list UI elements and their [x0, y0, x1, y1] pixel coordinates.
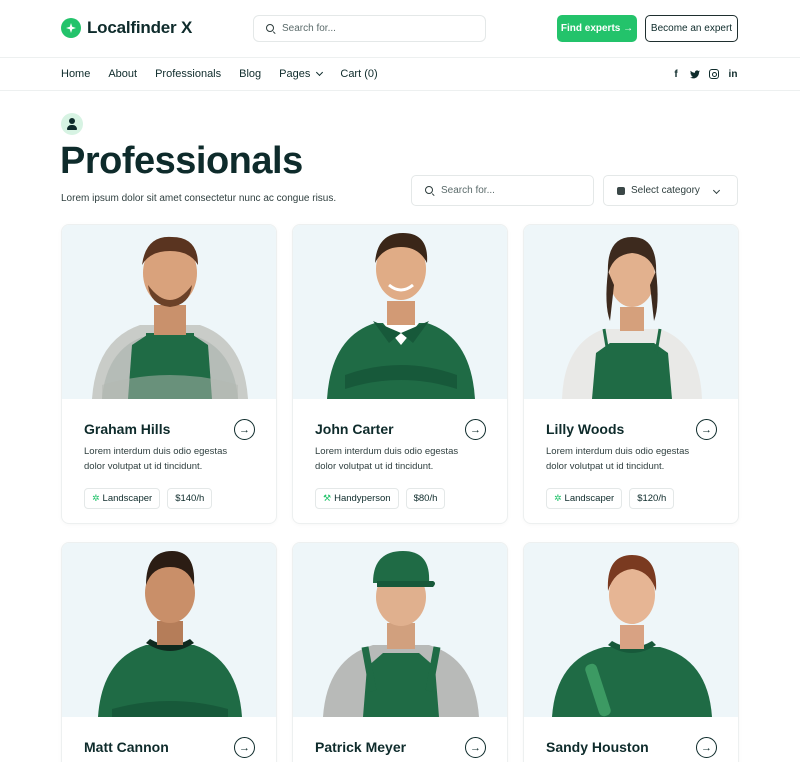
category-tag-label: Landscaper — [102, 493, 153, 504]
professional-photo — [293, 225, 507, 399]
nav-item-blog[interactable]: Blog — [239, 68, 261, 80]
professional-description: Lorem interdum duis odio egestas dolor v… — [84, 446, 228, 472]
search-icon — [425, 185, 435, 196]
chevron-down-icon — [316, 68, 324, 77]
become-expert-button[interactable]: Become an expert — [645, 15, 738, 42]
professional-card[interactable]: John Carter → Lorem interdum duis odio e… — [292, 224, 508, 524]
main-nav: Home About Professionals Blog Pages Cart… — [0, 58, 800, 91]
search-icon — [266, 23, 276, 34]
category-icon — [617, 186, 625, 195]
professional-photo — [293, 543, 507, 717]
category-tag-label: Landscaper — [564, 493, 615, 504]
nav-item-professionals[interactable]: Professionals — [155, 68, 221, 80]
arrow-right-icon[interactable]: → — [696, 737, 717, 758]
logo-icon — [61, 18, 81, 38]
category-tag[interactable]: ✲ Landscaper — [546, 488, 623, 509]
nav-item-home[interactable]: Home — [61, 68, 90, 80]
twitter-icon[interactable] — [690, 69, 700, 79]
nav-item-cart[interactable]: Cart (0) — [340, 68, 377, 80]
rate-tag: $120/h — [629, 488, 675, 509]
nav-item-about[interactable]: About — [108, 68, 137, 80]
professional-photo — [62, 225, 276, 399]
professional-card[interactable]: Patrick Meyer → — [292, 542, 508, 762]
user-badge-icon — [61, 113, 83, 135]
rate-tag: $140/h — [167, 488, 213, 509]
professional-description: Lorem interdum duis odio egestas dolor v… — [546, 446, 690, 472]
professional-name[interactable]: Matt Cannon — [84, 739, 254, 755]
professional-card[interactable]: Sandy Houston → — [523, 542, 739, 762]
facebook-icon[interactable]: f — [671, 69, 681, 80]
page-title: Professionals — [60, 140, 303, 182]
category-tag[interactable]: ✲ Landscaper — [84, 488, 161, 509]
professional-name[interactable]: Sandy Houston — [546, 739, 716, 755]
professionals-search[interactable] — [411, 175, 594, 206]
category-tag-label: Handyperson — [334, 493, 391, 504]
instagram-icon[interactable] — [709, 69, 719, 79]
hammer-icon: ⚒ — [323, 493, 332, 503]
professional-name[interactable]: Lilly Woods — [546, 421, 716, 437]
social-links: f in — [671, 69, 738, 80]
professionals-search-input[interactable] — [441, 185, 581, 196]
header-search-input[interactable] — [282, 23, 462, 34]
header-search[interactable] — [253, 15, 486, 42]
professional-name[interactable]: Patrick Meyer — [315, 739, 485, 755]
nav-item-pages[interactable]: Pages — [279, 68, 324, 80]
category-select[interactable]: Select category — [603, 175, 738, 206]
page-subtitle: Lorem ipsum dolor sit amet consectetur n… — [61, 193, 337, 204]
professional-name[interactable]: John Carter — [315, 421, 485, 437]
professional-photo — [524, 543, 738, 717]
professional-name[interactable]: Graham Hills — [84, 421, 254, 437]
category-tag[interactable]: ⚒ Handyperson — [315, 488, 399, 509]
professional-photo — [524, 225, 738, 399]
linkedin-icon[interactable]: in — [728, 69, 738, 80]
leaf-icon: ✲ — [554, 493, 562, 503]
logo-text: Localfinder X — [87, 18, 193, 37]
logo[interactable]: Localfinder X — [61, 18, 192, 38]
rate-tag: $80/h — [405, 488, 446, 509]
professional-card[interactable]: Matt Cannon → — [61, 542, 277, 762]
category-select-label: Select category — [631, 185, 700, 196]
arrow-right-icon[interactable]: → — [696, 419, 717, 440]
nav-item-pages-label: Pages — [279, 68, 311, 80]
find-experts-button[interactable]: Find experts → — [557, 15, 637, 42]
arrow-right-icon[interactable]: → — [465, 419, 486, 440]
arrow-right-icon[interactable]: → — [234, 419, 255, 440]
leaf-icon: ✲ — [92, 493, 100, 503]
professional-description: Lorem interdum duis odio egestas dolor v… — [315, 446, 459, 472]
site-header: Localfinder X Find experts → Become an e… — [0, 0, 800, 58]
professional-card[interactable]: Graham Hills → Lorem interdum duis odio … — [61, 224, 277, 524]
arrow-right-icon[interactable]: → — [465, 737, 486, 758]
professional-card[interactable]: Lilly Woods → Lorem interdum duis odio e… — [523, 224, 739, 524]
chevron-down-icon — [712, 186, 721, 195]
professional-photo — [62, 543, 276, 717]
arrow-right-icon[interactable]: → — [234, 737, 255, 758]
